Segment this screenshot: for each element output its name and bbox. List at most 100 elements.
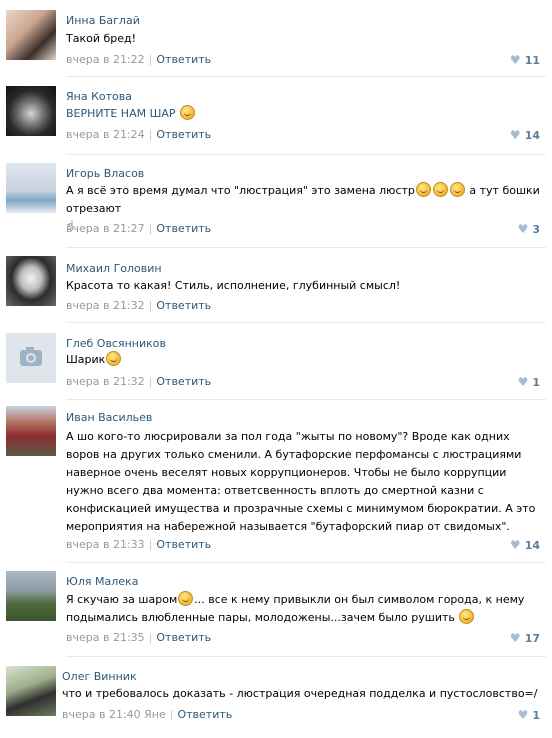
heart-icon: ♥ [509, 53, 521, 67]
comment: Иван Васильев А шо кого-то люсрировали з… [0, 404, 552, 562]
comment-text-content: ВЕРНИТЕ НАМ ШАР [66, 107, 176, 120]
heart-icon: ♥ [509, 631, 521, 645]
like-button[interactable]: ♥ 17 [510, 631, 540, 646]
comment-text: А шо кого-то люсрировали за пол года "жы… [66, 430, 536, 533]
smile-icon [106, 351, 122, 366]
separator: | [148, 538, 153, 551]
separator: | [148, 222, 153, 235]
like-count: 17 [524, 632, 540, 645]
heart-icon: ♥ [517, 708, 529, 722]
reply-link[interactable]: Ответить [156, 222, 211, 235]
like-count: 14 [524, 129, 540, 142]
smile-icon [432, 182, 448, 197]
comment-meta: вчера в 21:27 | Ответить [66, 222, 211, 236]
heart-icon: ♥ [517, 375, 529, 389]
reply-link[interactable]: Ответить [177, 708, 232, 721]
smile-icon [415, 182, 431, 197]
divider [66, 399, 546, 400]
comment-author[interactable]: Михаил Головин [66, 262, 162, 276]
comment-time[interactable]: вчера в 21:32 [66, 375, 145, 388]
heart-icon: ♥ [509, 538, 521, 552]
comment-author[interactable]: Игорь Власов [66, 167, 144, 181]
comment: Юля Малека Я скучаю за шаром... все к не… [0, 569, 552, 659]
reply-link[interactable]: Ответить [156, 299, 211, 312]
like-count: 14 [524, 539, 540, 552]
comment: Михаил Головин Красота то какая! Стиль, … [0, 254, 552, 324]
like-button[interactable]: ♥ 14 [510, 538, 540, 553]
comment-author[interactable]: Юля Малека [66, 575, 138, 589]
comment-time[interactable]: вчера в 21:35 [66, 631, 145, 644]
like-button[interactable]: ♥ 3 [518, 222, 540, 237]
avatar[interactable] [6, 163, 56, 213]
camera-icon [20, 347, 42, 366]
comment-meta: вчера в 21:22 | Ответить [66, 53, 211, 67]
comment: Яна Котова ВЕРНИТЕ НАМ ШАР вчера в 21:24… [0, 84, 552, 154]
avatar[interactable] [6, 10, 56, 60]
like-count: 1 [532, 709, 540, 722]
like-count: 3 [532, 223, 540, 236]
like-count: 11 [524, 54, 540, 67]
separator: | [169, 708, 174, 721]
like-button[interactable]: ♥ 14 [510, 128, 540, 143]
divider [66, 322, 546, 323]
comment-author[interactable]: Яна Котова [66, 90, 132, 104]
divider [66, 76, 546, 77]
avatar[interactable] [6, 333, 56, 383]
heart-icon: ♥ [509, 128, 521, 142]
reply-link[interactable]: Ответить [156, 53, 211, 66]
comment: Игорь Власов А я всё это время думал что… [0, 161, 552, 245]
comment-text-content: Я скучаю за шаром [66, 593, 178, 606]
comment-author[interactable]: Иван Васильев [66, 411, 152, 425]
comment-text: Красота то какая! Стиль, исполнение, глу… [66, 279, 401, 292]
comment: Инна Баглай Такой бред! вчера в 21:22 | От… [0, 8, 552, 76]
like-button[interactable]: ♥ 11 [510, 53, 540, 68]
comment-author[interactable]: Глеб Овсянников [66, 337, 166, 351]
comment-meta: вчера в 21:32 | Ответить [66, 375, 211, 389]
comment: Олег Винник что и требовалось доказать -… [0, 664, 552, 734]
comment: Глеб Овсянников Шарик вчера в 21:32 | Отве… [0, 331, 552, 401]
comment-text-content: Шарик [66, 353, 106, 366]
comment-author[interactable]: Олег Винник [62, 670, 137, 684]
smile-icon [449, 182, 465, 197]
like-button[interactable]: ♥ 1 [518, 375, 540, 390]
heart-icon: ♥ [517, 222, 529, 236]
separator: | [148, 53, 153, 66]
reply-link[interactable]: Ответить [156, 128, 211, 141]
comment-time[interactable]: вчера в 21:24 [66, 128, 145, 141]
separator: | [148, 128, 153, 141]
comment-text: ВЕРНИТЕ НАМ ШАР [66, 105, 546, 123]
comment-author[interactable]: Инна Баглай [66, 14, 140, 28]
smile-icon [180, 105, 196, 120]
comment-time[interactable]: вчера в 21:32 [66, 299, 145, 312]
comment-meta: вчера в 21:24 | Ответить [66, 128, 211, 142]
comment-text: Такой бред! [66, 32, 137, 45]
comment-time[interactable]: вчера в 21:33 [66, 538, 145, 551]
reply-link[interactable]: Ответить [156, 631, 211, 644]
comment-meta: вчера в 21:35 | Ответить [66, 631, 211, 645]
comment-text-content: А я всё это время думал что "люстрация" … [66, 184, 415, 197]
comment-time[interactable]: вчера в 21:27 [66, 222, 145, 235]
comment-meta: вчера в 21:33 | Ответить [66, 538, 211, 552]
avatar[interactable] [6, 571, 56, 621]
divider [66, 562, 546, 563]
divider [66, 656, 546, 657]
divider [66, 154, 546, 155]
smile-icon [178, 591, 194, 606]
reply-to[interactable]: Яне [144, 708, 166, 721]
comment-meta: вчера в 21:32 | Ответить [66, 299, 211, 313]
smile-icon [459, 609, 475, 624]
avatar[interactable] [6, 406, 56, 456]
like-button[interactable]: ♥ 1 [518, 708, 540, 723]
separator: | [148, 631, 153, 644]
comment-time[interactable]: вчера в 21:40 [62, 708, 141, 721]
reply-link[interactable]: Ответить [156, 538, 211, 551]
separator: | [148, 299, 153, 312]
comment-text: что и требовалось доказать - люстрация о… [62, 687, 538, 700]
avatar[interactable] [6, 666, 56, 716]
avatar[interactable] [6, 86, 56, 136]
comment-text: Шарик [66, 351, 546, 369]
avatar[interactable] [6, 256, 56, 306]
reply-link[interactable]: Ответить [156, 375, 211, 388]
comment-meta: вчера в 21:40 Яне | Ответить [62, 708, 232, 722]
comment-time[interactable]: вчера в 21:22 [66, 53, 145, 66]
